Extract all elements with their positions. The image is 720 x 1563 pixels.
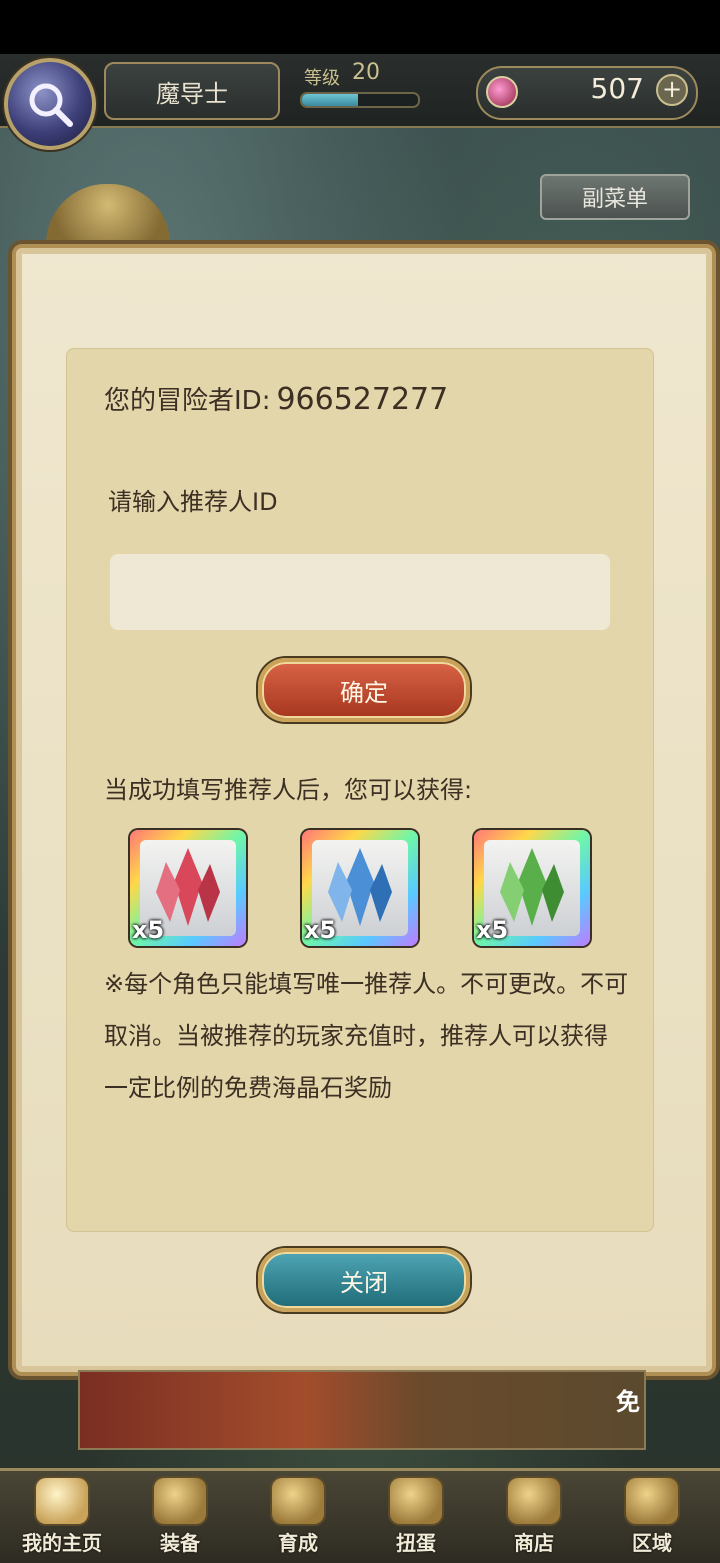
banner-free-text: 免 <box>616 1388 640 1416</box>
search-button[interactable] <box>4 58 96 150</box>
gem-icon <box>486 76 518 108</box>
reward-intro: 当成功填写推荐人后，您可以获得: <box>104 776 473 804</box>
referrer-id-input[interactable] <box>110 554 610 630</box>
reward-quantity: x5 <box>132 916 165 944</box>
helmet-icon <box>154 1478 206 1524</box>
nav-label: 区域 <box>632 1531 672 1555</box>
sword-icon <box>272 1478 324 1524</box>
event-banner[interactable]: 免 <box>78 1370 646 1450</box>
class-name: 魔导士 <box>104 62 280 120</box>
status-bar <box>0 0 720 54</box>
confirm-button[interactable]: 确定 <box>258 658 470 722</box>
nav-label: 我的主页 <box>22 1531 102 1555</box>
reward-quantity: x5 <box>476 916 509 944</box>
adventurer-id-label: 您的冒险者ID: <box>104 386 271 416</box>
gem-count: 507 <box>590 72 644 105</box>
nav-label: 扭蛋 <box>396 1531 436 1555</box>
globe-icon <box>626 1478 678 1524</box>
exp-fill <box>302 94 358 106</box>
nav-label: 育成 <box>278 1531 318 1555</box>
nav-gacha[interactable]: 扭蛋 <box>360 1478 472 1558</box>
gacha-icon <box>390 1478 442 1524</box>
search-icon <box>29 83 73 127</box>
reward-green-crystal[interactable]: x5 <box>474 830 590 946</box>
adventurer-id-value: 966527277 <box>276 382 449 417</box>
adventurer-id-row: 您的冒险者ID: 966527277 <box>104 380 448 417</box>
add-gems-button[interactable]: + <box>656 74 688 106</box>
nav-label: 装备 <box>160 1531 200 1555</box>
reward-red-crystal[interactable]: x5 <box>130 830 246 946</box>
nav-region[interactable]: 区域 <box>596 1478 708 1558</box>
level-label: 等级 <box>304 68 340 89</box>
reward-blue-crystal[interactable]: x5 <box>302 830 418 946</box>
nav-label: 商店 <box>514 1531 554 1555</box>
nav-shop[interactable]: 商店 <box>478 1478 590 1558</box>
shop-bag-icon <box>508 1478 560 1524</box>
home-icon <box>36 1478 88 1524</box>
exp-bar <box>300 92 420 108</box>
reward-quantity: x5 <box>304 916 337 944</box>
nav-equipment[interactable]: 装备 <box>124 1478 236 1558</box>
level-value: 20 <box>352 60 380 85</box>
nav-training[interactable]: 育成 <box>242 1478 354 1558</box>
referrer-input-label: 请输入推荐人ID <box>108 488 278 516</box>
nav-home[interactable]: 我的主页 <box>6 1478 118 1558</box>
submenu-button[interactable]: 副菜单 <box>540 174 690 220</box>
close-button[interactable]: 关闭 <box>258 1248 470 1312</box>
referral-notice: ※每个角色只能填写唯一推荐人。不可更改。不可取消。当被推荐的玩家充值时，推荐人可… <box>104 970 629 1102</box>
